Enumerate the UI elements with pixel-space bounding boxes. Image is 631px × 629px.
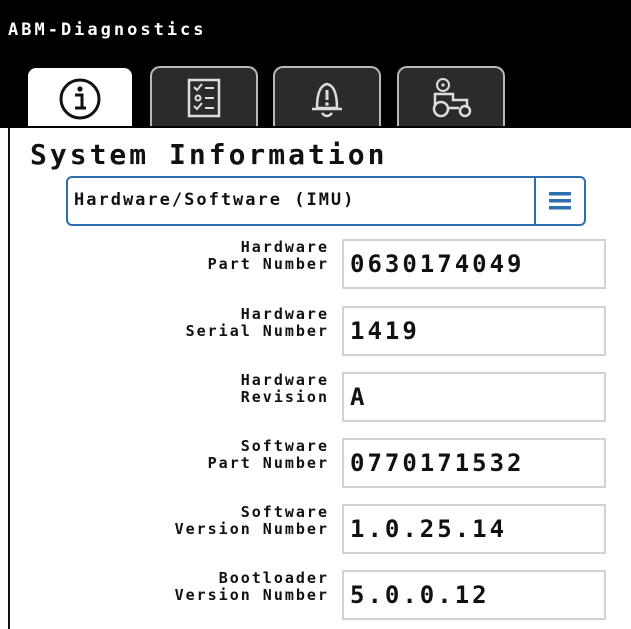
field-hardware-serial-number: Hardware Serial Number 1419 [0,306,631,356]
title-bar: ABM-Diagnostics [0,0,631,56]
field-value: 5.0.0.12 [342,570,606,620]
field-label: Hardware Part Number [207,238,329,273]
checklist-icon [187,78,221,118]
tab-machine-diagnostics[interactable] [397,66,505,128]
hamburger-menu-icon [549,192,571,210]
field-value: A [342,372,606,422]
field-label: Hardware Serial Number [185,305,329,340]
field-hardware-revision: Hardware Revision A [0,372,631,422]
field-hardware-part-number: Hardware Part Number 0630174049 [0,239,631,289]
tab-checklist[interactable] [150,66,258,128]
field-value: 0770171532 [342,438,606,488]
field-label: Hardware Revision [240,371,329,406]
component-selector-dropdown[interactable]: Hardware/Software (IMU) [66,176,586,226]
window-title: ABM-Diagnostics [8,20,207,40]
field-value: 1.0.25.14 [342,504,606,554]
field-bootloader-version-number: Bootloader Version Number 5.0.0.12 [0,570,631,620]
field-software-part-number: Software Part Number 0770171532 [0,438,631,488]
tractor-diagnostics-icon [432,78,472,118]
bell-alarm-icon [312,82,342,118]
field-software-version-number: Software Version Number 1.0.25.14 [0,504,631,554]
field-label: Bootloader Version Number [174,569,329,604]
tab-alarms[interactable] [273,66,381,128]
selector-value: Hardware/Software (IMU) [74,190,356,210]
field-label: Software Version Number [174,503,329,538]
selector-menu-button[interactable] [534,178,584,224]
tab-strip [0,56,631,130]
info-icon [59,78,101,120]
field-value: 1419 [342,306,606,356]
page-title: System Information [30,138,388,171]
field-label: Software Part Number [207,437,329,472]
field-value: 0630174049 [342,239,606,289]
tab-info[interactable] [26,66,134,130]
